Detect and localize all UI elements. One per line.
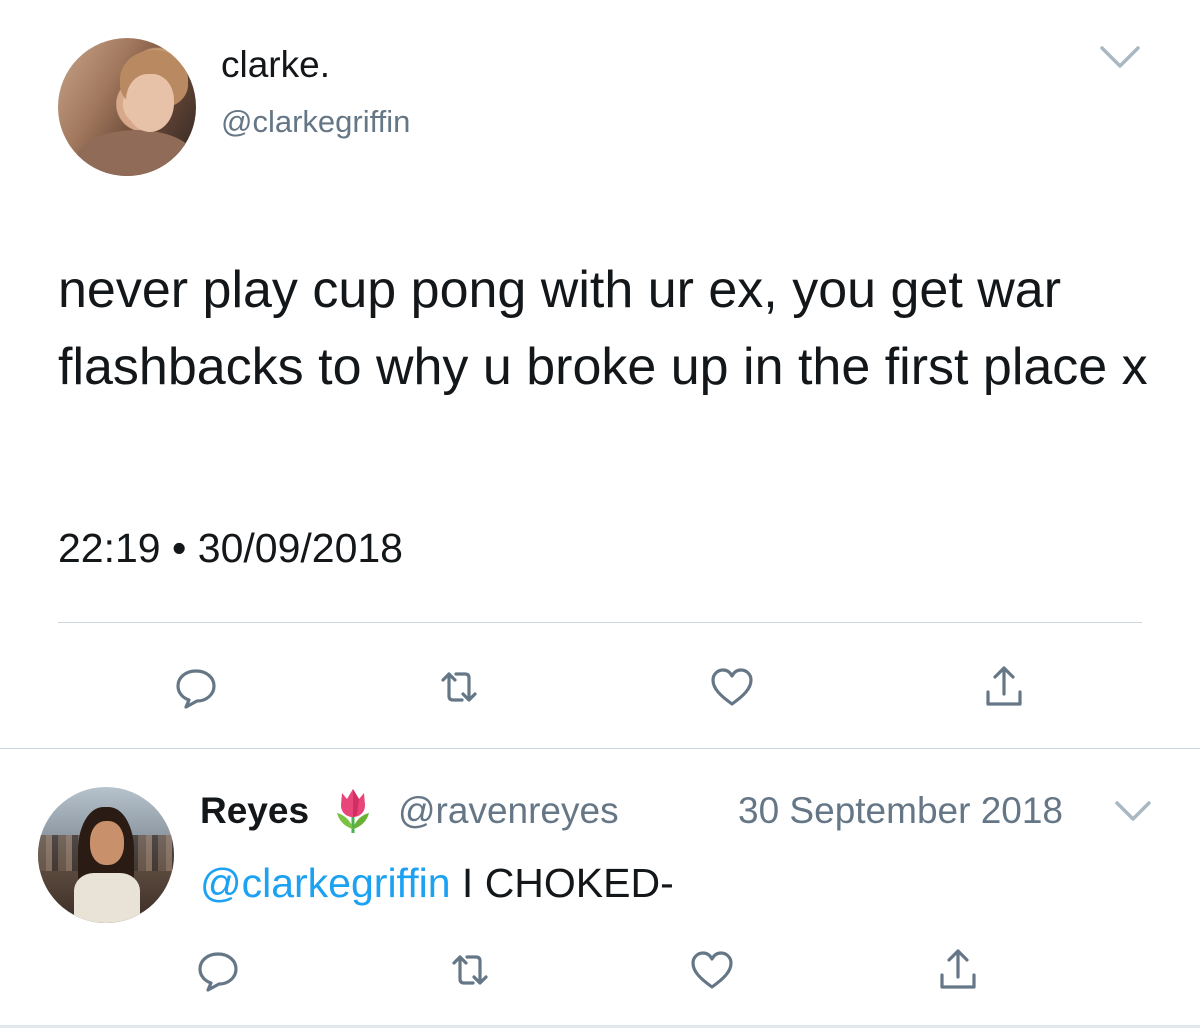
share-icon bbox=[986, 666, 1022, 706]
share-button[interactable] bbox=[972, 655, 1036, 719]
like-button[interactable] bbox=[700, 655, 764, 719]
meta-separator: • bbox=[172, 525, 187, 571]
reply-icon bbox=[198, 952, 238, 992]
like-button[interactable] bbox=[680, 938, 744, 1002]
divider bbox=[58, 622, 1142, 623]
like-icon bbox=[711, 668, 753, 706]
reply-body: I CHOKED- bbox=[450, 860, 674, 906]
avatar[interactable] bbox=[38, 787, 174, 923]
retweet-button[interactable] bbox=[438, 938, 502, 1002]
reply-button[interactable] bbox=[186, 938, 250, 1002]
chevron-down-icon[interactable] bbox=[1112, 797, 1154, 825]
reply-date[interactable]: 30 September 2018 bbox=[738, 790, 1063, 832]
retweet-icon bbox=[441, 672, 477, 702]
reply-icon bbox=[176, 669, 216, 709]
mention-link[interactable]: @clarkegriffin bbox=[200, 860, 451, 906]
chevron-down-icon[interactable] bbox=[1098, 42, 1142, 72]
reply-button[interactable] bbox=[164, 655, 228, 719]
tweet-time: 22:19 bbox=[58, 525, 161, 571]
tweet-timestamp[interactable]: 22:19 • 30/09/2018 bbox=[58, 525, 403, 572]
reply-display-name[interactable]: Reyes bbox=[200, 790, 309, 832]
reply-handle[interactable]: @ravenreyes bbox=[398, 790, 619, 832]
handle[interactable]: @clarkegriffin bbox=[221, 104, 410, 140]
tweet-text: never play cup pong with ur ex, you get … bbox=[58, 261, 1148, 396]
share-button[interactable] bbox=[926, 938, 990, 1002]
avatar[interactable] bbox=[58, 38, 196, 176]
share-icon bbox=[940, 949, 976, 989]
retweet-icon bbox=[452, 955, 488, 985]
reply-text: @clarkegriffin I CHOKED- bbox=[200, 860, 674, 907]
display-name[interactable]: clarke. bbox=[221, 44, 330, 86]
retweet-button[interactable] bbox=[427, 655, 491, 719]
like-icon bbox=[691, 951, 733, 989]
tweet-date: 30/09/2018 bbox=[197, 525, 403, 571]
tulip-icon bbox=[329, 785, 377, 835]
divider bbox=[0, 748, 1200, 749]
